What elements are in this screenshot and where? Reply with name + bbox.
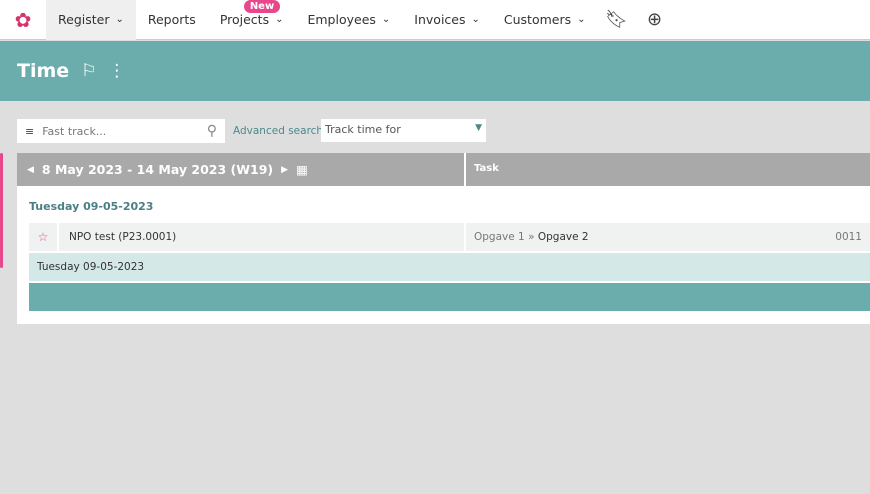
calendar-icon[interactable]: ▦ xyxy=(296,162,308,177)
page-header: Time ⚐ ⋮ xyxy=(0,41,870,101)
nav-reports[interactable]: Reports xyxy=(136,0,208,40)
total-bar xyxy=(29,283,870,311)
add-circle-icon[interactable]: ⊕ xyxy=(636,0,674,40)
nav-label: Register xyxy=(58,12,110,27)
side-handle[interactable] xyxy=(0,153,3,268)
nav-label: Invoices xyxy=(414,12,466,27)
chevron-down-icon: ⌄ xyxy=(577,14,586,25)
bookmark-icon[interactable]: 🔖︎ xyxy=(598,0,636,40)
select-value: Track time for xyxy=(325,123,401,136)
next-week-icon[interactable]: ▶ xyxy=(281,165,288,175)
week-range: 8 May 2023 - 14 May 2023 (W19) xyxy=(41,162,274,177)
project-cell: NPO test (P23.0001) xyxy=(59,223,464,251)
nav-employees[interactable]: Employees ⌄ xyxy=(295,0,402,40)
new-badge: New xyxy=(243,0,281,13)
time-panel: ◀ 8 May 2023 - 14 May 2023 (W19) ▶ ▦ Tas… xyxy=(17,153,870,324)
top-nav: ✿ Register ⌄ Reports Projects ⌄ New Employe… xyxy=(0,0,870,40)
fast-track-input[interactable]: ≡ Fast track... ⚲ xyxy=(17,119,225,143)
task-code: 0011 xyxy=(835,231,862,243)
nav-projects[interactable]: Projects ⌄ New xyxy=(208,0,296,40)
chevron-down-icon: ⌄ xyxy=(275,14,284,25)
chevron-down-icon: ⌄ xyxy=(381,14,391,25)
nav-invoices[interactable]: Invoices ⌄ xyxy=(402,0,492,40)
more-options-icon[interactable]: ⋮ xyxy=(108,61,125,81)
task-name: Opgave 2 xyxy=(537,231,589,243)
chevron-down-icon: ⌄ xyxy=(471,14,480,25)
prev-week-icon[interactable]: ◀ xyxy=(27,165,34,175)
task-separator: » xyxy=(524,231,538,243)
logo-icon[interactable]: ✿ xyxy=(0,0,46,40)
chevron-down-icon: ⌄ xyxy=(115,14,124,25)
nav-customers[interactable]: Customers ⌄ xyxy=(492,0,598,40)
star-icon[interactable]: ☆ xyxy=(29,223,57,251)
day-row[interactable]: Tuesday 09-05-2023 xyxy=(29,253,870,281)
table-row[interactable]: ☆ NPO test (P23.0001) Opgave 1 » Opgave … xyxy=(29,223,870,251)
nav-label: Customers xyxy=(503,12,572,27)
week-navigator: ◀ 8 May 2023 - 14 May 2023 (W19) ▶ ▦ xyxy=(17,153,464,186)
track-time-for-select[interactable]: Track time for ▼ xyxy=(321,119,486,142)
task-column-header: Task xyxy=(466,153,870,186)
page-title: Time xyxy=(17,60,70,82)
nav-register[interactable]: Register ⌄ xyxy=(46,0,136,40)
dropdown-arrow-icon: ▼ xyxy=(475,123,482,133)
nav-label: Employees xyxy=(307,12,376,27)
search-placeholder: Fast track... xyxy=(42,124,107,138)
task-cell: Opgave 1 » Opgave 2 0011 xyxy=(466,223,870,251)
day-heading: Tuesday 09-05-2023 xyxy=(29,200,154,213)
advanced-search-link[interactable]: Advanced search xyxy=(233,125,323,137)
nav-label: Reports xyxy=(147,12,196,27)
search-icon[interactable]: ⚲ xyxy=(207,123,217,139)
task-parent: Opgave 1 xyxy=(474,231,525,243)
bookmark-icon[interactable]: ⚐ xyxy=(81,61,96,81)
nav-label: Projects xyxy=(219,12,270,27)
menu-icon[interactable]: ≡ xyxy=(25,125,34,138)
